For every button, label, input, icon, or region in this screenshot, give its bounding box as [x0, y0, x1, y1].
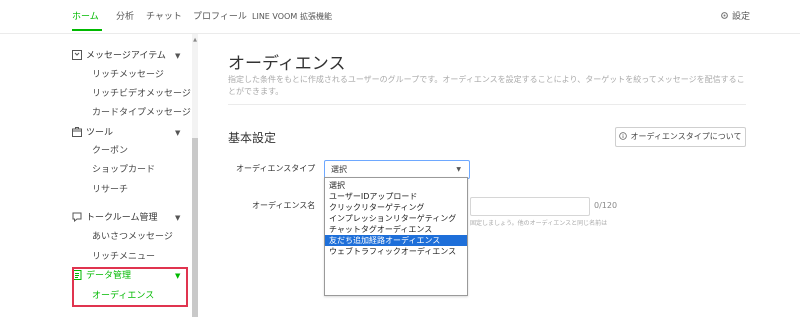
- sidebar-item-coupon[interactable]: クーポン: [92, 145, 128, 157]
- tab-line-voom[interactable]: LINE VOOM: [252, 11, 297, 23]
- chevron-down-icon: ▼: [456, 166, 461, 173]
- tool-icon: [72, 127, 82, 137]
- chat-room-icon: [72, 212, 82, 222]
- sidebar-item-talk-room[interactable]: トークルーム管理: [72, 212, 157, 224]
- tab-extensions[interactable]: 拡張機能: [300, 11, 332, 23]
- tab-profile[interactable]: プロフィール: [193, 11, 247, 23]
- page-title: オーディエンス: [228, 54, 346, 74]
- info-icon: [619, 132, 628, 140]
- sidebar-item-rich-video-message[interactable]: リッチビデオメッセージ: [92, 88, 191, 100]
- chevron-down-icon[interactable]: ▼: [175, 50, 180, 62]
- chevron-down-icon[interactable]: ▼: [175, 127, 180, 139]
- sidebar-item-label: ツール: [86, 128, 114, 138]
- dropdown-option[interactable]: クリックリターゲティング: [325, 202, 467, 213]
- dropdown-option[interactable]: ユーザーIDアップロード: [325, 191, 467, 202]
- audience-name-count: 0/120: [594, 201, 618, 210]
- audience-name-label: オーディエンス名: [252, 201, 316, 210]
- audience-type-label: オーディエンスタイプ: [236, 164, 316, 173]
- about-button-label: オーディエンスタイプについて: [630, 132, 742, 141]
- sidebar-item-greeting[interactable]: あいさつメッセージ: [92, 231, 173, 243]
- dropdown-option[interactable]: チャットタグオーディエンス: [325, 224, 467, 235]
- dropdown-option[interactable]: ウェブトラフィックオーディエンス: [325, 246, 467, 257]
- audience-name-hint: 固定しましょう。他のオーディエンスと同じ名前は: [470, 220, 608, 227]
- section-title: 基本設定: [228, 131, 277, 145]
- dropdown-option-selected[interactable]: 友だち追加経路オーディエンス: [325, 235, 467, 246]
- page-description: 指定した条件をもとに作成されるユーザーのグループです。オーディエンスを設定するこ…: [228, 75, 745, 96]
- sidebar-item-label: トークルーム管理: [86, 213, 158, 223]
- sidebar-item-shop-card[interactable]: ショップカード: [92, 164, 155, 176]
- sidebar-scrollbar-thumb[interactable]: [192, 138, 198, 317]
- dropdown-option[interactable]: 選択: [325, 180, 467, 191]
- main-content: オーディエンス 指定した条件をもとに作成されるユーザーのグループです。オーディエ…: [204, 34, 800, 317]
- divider: [228, 104, 746, 105]
- audience-name-input[interactable]: [470, 197, 590, 216]
- tab-chat[interactable]: チャット: [146, 11, 182, 23]
- highlight-annotation: [72, 267, 188, 307]
- scroll-up-icon[interactable]: ▲: [192, 36, 198, 44]
- sidebar-item-rich-message[interactable]: リッチメッセージ: [92, 69, 164, 81]
- tab-analytics[interactable]: 分析: [116, 11, 134, 23]
- about-audience-types-button[interactable]: オーディエンスタイプについて: [615, 127, 746, 147]
- dropdown-option[interactable]: インプレッションリターゲティング: [325, 213, 467, 224]
- chevron-down-icon[interactable]: ▼: [175, 212, 180, 224]
- sidebar-item-label: メッセージアイテム: [86, 51, 166, 61]
- sidebar-item-tools[interactable]: ツール: [72, 127, 113, 139]
- sidebar-item-card-message[interactable]: カードタイプメッセージ: [92, 107, 191, 119]
- message-item-icon: [72, 50, 82, 60]
- top-navigation: ホーム 分析 チャット プロフィール LINE VOOM 拡張機能 設定: [0, 0, 800, 34]
- settings-link[interactable]: 設定: [720, 11, 750, 23]
- active-tab-underline: [72, 29, 102, 31]
- gear-icon: [721, 12, 728, 19]
- sidebar-item-message-items[interactable]: メッセージアイテム: [72, 50, 166, 62]
- settings-label: 設定: [732, 12, 751, 22]
- sidebar-item-rich-menu[interactable]: リッチメニュー: [92, 251, 155, 263]
- audience-type-value: 選択: [331, 165, 347, 174]
- tab-home[interactable]: ホーム: [72, 11, 99, 23]
- sidebar-item-research[interactable]: リサーチ: [92, 184, 128, 196]
- audience-type-dropdown: 選択 ユーザーIDアップロード クリックリターゲティング インプレッションリター…: [324, 177, 468, 296]
